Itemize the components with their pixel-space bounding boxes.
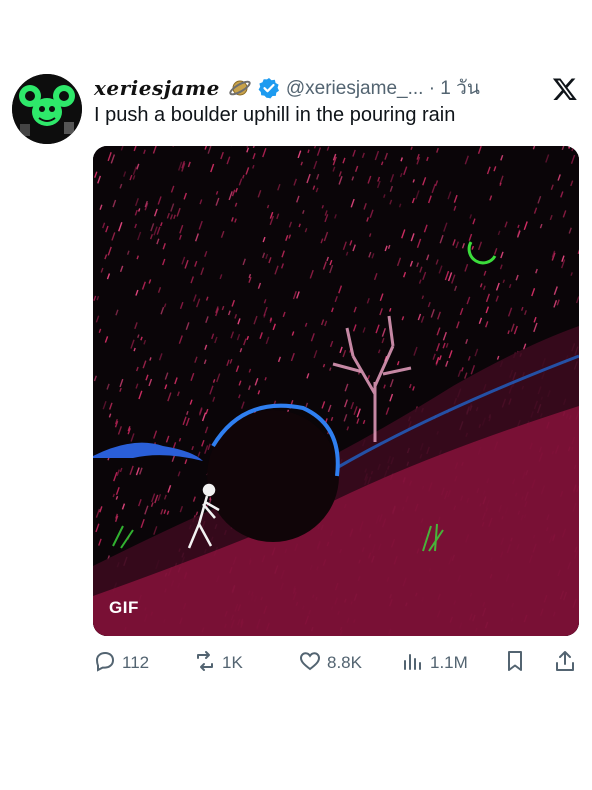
verified-badge-icon (258, 77, 280, 99)
like-count: 8.8K (327, 653, 362, 672)
tweet-header: xeriesjame @xeriesjame_... · 1 วัน (94, 74, 480, 102)
share-icon (553, 649, 577, 678)
gif-media[interactable]: GIF (93, 146, 579, 636)
reply-icon (93, 649, 117, 678)
repost-button[interactable]: 1K (193, 650, 243, 676)
handle-and-time[interactable]: @xeriesjame_... · 1 วัน (286, 73, 480, 103)
views-count: 1.1M (430, 653, 468, 672)
bookmark-icon (503, 649, 527, 678)
gif-badge: GIF (109, 598, 139, 617)
avatar[interactable] (12, 74, 82, 144)
views-button[interactable]: 1.1M (401, 650, 468, 676)
views-icon (401, 649, 425, 678)
planet-emoji-icon (228, 76, 252, 100)
reply-count: 112 (122, 653, 150, 672)
share-button[interactable] (553, 650, 577, 676)
repost-count: 1K (222, 653, 243, 672)
like-icon (298, 649, 322, 678)
display-name[interactable]: xeriesjame (94, 76, 220, 100)
repost-icon (193, 649, 217, 678)
like-button[interactable]: 8.8K (298, 650, 362, 676)
x-logo-icon[interactable] (552, 76, 578, 102)
tweet-text: I push a boulder uphill in the pouring r… (94, 104, 456, 126)
gif-scene-illustration (93, 146, 579, 636)
action-bar: 112 1K 8.8K 1.1M (93, 650, 579, 676)
reply-button[interactable]: 112 (93, 650, 149, 676)
bookmark-button[interactable] (503, 650, 527, 676)
